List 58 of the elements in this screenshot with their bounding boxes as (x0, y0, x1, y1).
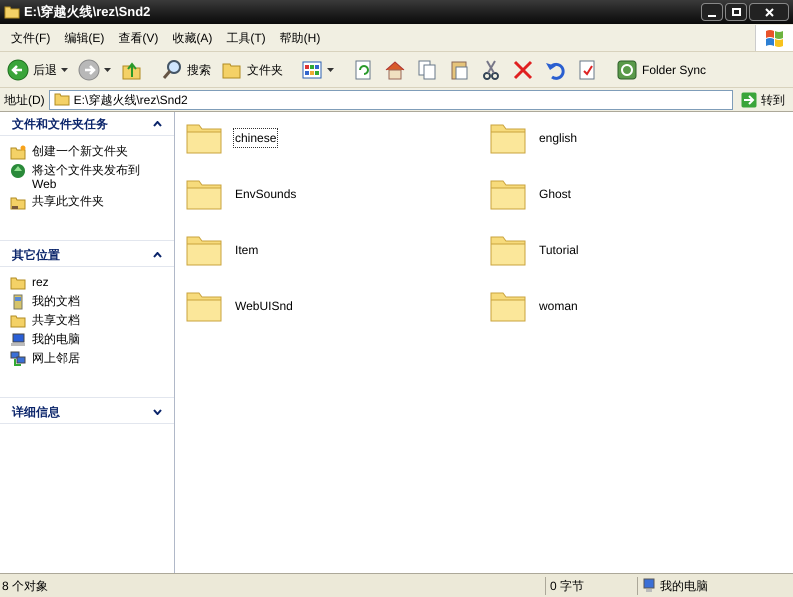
computer-icon (10, 332, 26, 348)
search-icon (161, 58, 183, 80)
folder-item[interactable]: Ghost (537, 184, 574, 204)
folder-item[interactable]: woman (537, 296, 580, 316)
menu-item[interactable]: 文件(F) (4, 28, 58, 48)
folder-icon (4, 5, 20, 19)
task-link[interactable]: 我的文档 (10, 294, 164, 310)
folder-icon (10, 313, 26, 329)
dropdown-caret-icon (327, 68, 334, 72)
globe-icon (10, 163, 26, 179)
task-link[interactable]: 共享此文件夹 (10, 194, 164, 210)
task-link[interactable]: 将这个文件夹发布到 Web (10, 163, 164, 191)
folder-item[interactable]: Tutorial (537, 240, 581, 260)
folders-button[interactable]: 文件夹 (218, 54, 286, 84)
dropdown-caret-icon (104, 68, 111, 72)
menu-item[interactable]: 查看(V) (111, 28, 166, 48)
status-object-count: 8 个对象 (1, 578, 50, 594)
close-icon (764, 8, 774, 16)
address-field[interactable]: E:\穿越火线\rez\Snd2 (48, 90, 733, 110)
delete-x-icon (512, 58, 534, 80)
folder-item[interactable]: chinese (233, 128, 278, 148)
scissors-icon (480, 58, 502, 80)
minimize-button[interactable] (701, 3, 723, 21)
close-button[interactable] (749, 3, 789, 21)
task-link[interactable]: 创建一个新文件夹 (10, 144, 164, 160)
back-button[interactable]: 后退 (4, 54, 71, 84)
house-icon (384, 58, 406, 80)
address-label: 地址(D) (4, 92, 45, 108)
task-link[interactable]: 共享文档 (10, 313, 164, 329)
status-size: 0 字节 (545, 576, 637, 594)
menu-item[interactable]: 编辑(E) (57, 28, 112, 48)
computer-icon (642, 578, 656, 593)
windows-logo-icon (755, 24, 793, 50)
dropdown-caret-icon (61, 68, 68, 72)
views-grid-icon (301, 58, 323, 80)
folder-icon (54, 93, 70, 106)
sync-icon (616, 58, 638, 80)
maximize-button[interactable] (725, 3, 747, 21)
go-button[interactable]: 转到 (737, 90, 789, 108)
folder-icon (10, 275, 26, 291)
folder-item[interactable]: EnvSounds (233, 184, 298, 204)
copy-icon (416, 58, 438, 80)
task-link[interactable]: rez (10, 275, 164, 291)
new-folder-icon (10, 144, 26, 160)
go-arrow-icon (741, 92, 757, 108)
menu-item[interactable]: 工具(T) (219, 28, 273, 48)
folder-item[interactable]: WebUISnd (233, 296, 295, 316)
menu-item[interactable]: 帮助(H) (272, 28, 328, 48)
search-button[interactable]: 搜索 (158, 54, 214, 84)
folder-item[interactable]: Item (233, 240, 260, 260)
menu-item[interactable]: 收藏(A) (165, 28, 220, 48)
window-title: E:\穿越火线\rez\Snd2 (24, 3, 150, 22)
task-link[interactable]: 我的电脑 (10, 332, 164, 348)
network-icon (10, 351, 26, 367)
status-location: 我的电脑 (660, 578, 708, 594)
folder-sync-button[interactable]: Folder Sync (613, 54, 710, 84)
task-link[interactable]: 网上邻居 (10, 351, 164, 367)
folder-item[interactable]: english (537, 128, 580, 148)
